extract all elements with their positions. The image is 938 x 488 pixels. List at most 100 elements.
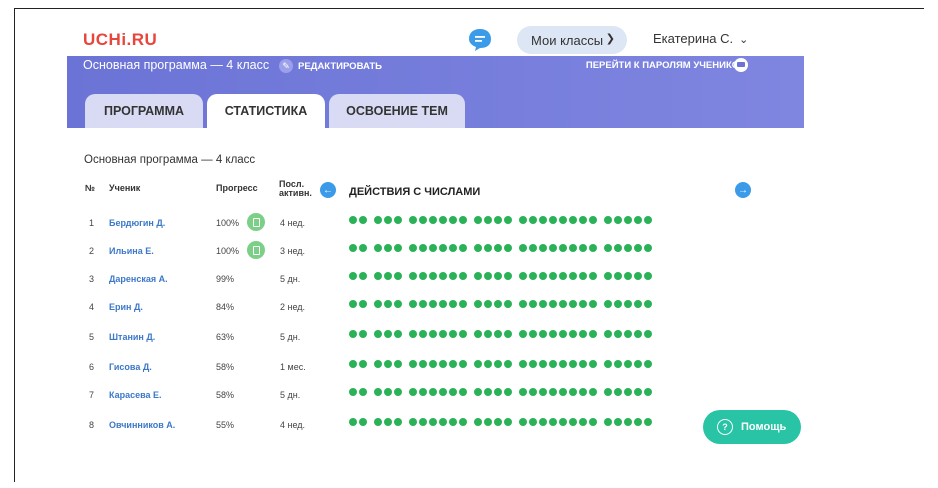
lesson-dot[interactable]	[374, 388, 382, 396]
lesson-dot[interactable]	[539, 216, 547, 224]
lesson-dot[interactable]	[644, 244, 652, 252]
user-menu[interactable]: Екатерина С. ⌄	[653, 31, 748, 46]
lesson-dot[interactable]	[484, 244, 492, 252]
lesson-dot[interactable]	[474, 330, 482, 338]
lesson-dot[interactable]	[529, 388, 537, 396]
lesson-dot[interactable]	[589, 216, 597, 224]
lesson-dot[interactable]	[459, 272, 467, 280]
lesson-dot[interactable]	[359, 360, 367, 368]
lesson-dot[interactable]	[539, 360, 547, 368]
lesson-dot[interactable]	[549, 388, 557, 396]
lesson-dot[interactable]	[529, 418, 537, 426]
lesson-dot[interactable]	[409, 330, 417, 338]
lesson-dot[interactable]	[409, 360, 417, 368]
lesson-dot[interactable]	[484, 388, 492, 396]
lesson-dot[interactable]	[419, 360, 427, 368]
lesson-dot[interactable]	[429, 330, 437, 338]
lesson-dot[interactable]	[504, 244, 512, 252]
lesson-dot[interactable]	[569, 216, 577, 224]
lesson-dot[interactable]	[549, 360, 557, 368]
lesson-dot[interactable]	[644, 216, 652, 224]
lesson-dot[interactable]	[474, 360, 482, 368]
lesson-dot[interactable]	[349, 330, 357, 338]
student-name-link[interactable]: Карасева Е.	[109, 390, 162, 400]
lesson-dot[interactable]	[504, 300, 512, 308]
lesson-dot[interactable]	[484, 330, 492, 338]
report-icon[interactable]	[247, 241, 265, 259]
lesson-dot[interactable]	[504, 360, 512, 368]
lesson-dot[interactable]	[644, 388, 652, 396]
lesson-dot[interactable]	[494, 388, 502, 396]
lesson-dot[interactable]	[569, 300, 577, 308]
lesson-dot[interactable]	[634, 300, 642, 308]
lesson-dot[interactable]	[429, 418, 437, 426]
lesson-dot[interactable]	[559, 360, 567, 368]
lesson-dot[interactable]	[429, 216, 437, 224]
lesson-dot[interactable]	[349, 300, 357, 308]
lesson-dot[interactable]	[604, 418, 612, 426]
lesson-dot[interactable]	[624, 272, 632, 280]
lesson-dot[interactable]	[394, 360, 402, 368]
lesson-dot[interactable]	[644, 300, 652, 308]
lesson-dot[interactable]	[459, 360, 467, 368]
student-passwords-link[interactable]: ПЕРЕЙТИ К ПАРОЛЯМ УЧЕНИКОВ	[586, 60, 746, 71]
lesson-dot[interactable]	[559, 300, 567, 308]
lesson-dot[interactable]	[529, 216, 537, 224]
student-name-link[interactable]: Даренская А.	[109, 274, 168, 284]
lesson-dot[interactable]	[614, 244, 622, 252]
lesson-dot[interactable]	[569, 418, 577, 426]
lesson-dot[interactable]	[559, 272, 567, 280]
lesson-dot[interactable]	[374, 244, 382, 252]
lesson-dot[interactable]	[519, 300, 527, 308]
lesson-dot[interactable]	[384, 330, 392, 338]
lesson-dot[interactable]	[614, 330, 622, 338]
lesson-dot[interactable]	[604, 272, 612, 280]
lesson-dot[interactable]	[484, 272, 492, 280]
lesson-dot[interactable]	[374, 360, 382, 368]
lesson-dot[interactable]	[474, 418, 482, 426]
lesson-dot[interactable]	[359, 300, 367, 308]
lesson-dot[interactable]	[589, 418, 597, 426]
lesson-dot[interactable]	[439, 272, 447, 280]
lesson-dot[interactable]	[459, 216, 467, 224]
lesson-dot[interactable]	[579, 216, 587, 224]
lesson-dot[interactable]	[494, 244, 502, 252]
tab-topics[interactable]: ОСВОЕНИЕ ТЕМ	[329, 94, 465, 128]
lesson-dot[interactable]	[529, 300, 537, 308]
lesson-dot[interactable]	[439, 418, 447, 426]
lesson-dot[interactable]	[429, 388, 437, 396]
arrow-right-icon[interactable]: →	[735, 182, 751, 198]
lesson-dot[interactable]	[519, 330, 527, 338]
lesson-dot[interactable]	[604, 360, 612, 368]
lesson-dot[interactable]	[539, 272, 547, 280]
lesson-dot[interactable]	[459, 244, 467, 252]
lesson-dot[interactable]	[579, 388, 587, 396]
lesson-dot[interactable]	[634, 418, 642, 426]
lesson-dot[interactable]	[439, 244, 447, 252]
lesson-dot[interactable]	[604, 244, 612, 252]
lesson-dot[interactable]	[409, 418, 417, 426]
lesson-dot[interactable]	[419, 418, 427, 426]
lesson-dot[interactable]	[539, 418, 547, 426]
lesson-dot[interactable]	[349, 360, 357, 368]
lesson-dot[interactable]	[519, 418, 527, 426]
student-name-link[interactable]: Штанин Д.	[109, 332, 155, 342]
lesson-dot[interactable]	[559, 418, 567, 426]
print-icon[interactable]	[734, 58, 748, 72]
lesson-dot[interactable]	[439, 330, 447, 338]
lesson-dot[interactable]	[359, 330, 367, 338]
lesson-dot[interactable]	[579, 330, 587, 338]
lesson-dot[interactable]	[614, 216, 622, 224]
lesson-dot[interactable]	[349, 216, 357, 224]
lesson-dot[interactable]	[449, 272, 457, 280]
lesson-dot[interactable]	[439, 360, 447, 368]
lesson-dot[interactable]	[559, 330, 567, 338]
lesson-dot[interactable]	[589, 388, 597, 396]
lesson-dot[interactable]	[624, 330, 632, 338]
lesson-dot[interactable]	[419, 330, 427, 338]
lesson-dot[interactable]	[529, 244, 537, 252]
lesson-dot[interactable]	[494, 330, 502, 338]
lesson-dot[interactable]	[349, 272, 357, 280]
lesson-dot[interactable]	[429, 360, 437, 368]
lesson-dot[interactable]	[579, 360, 587, 368]
